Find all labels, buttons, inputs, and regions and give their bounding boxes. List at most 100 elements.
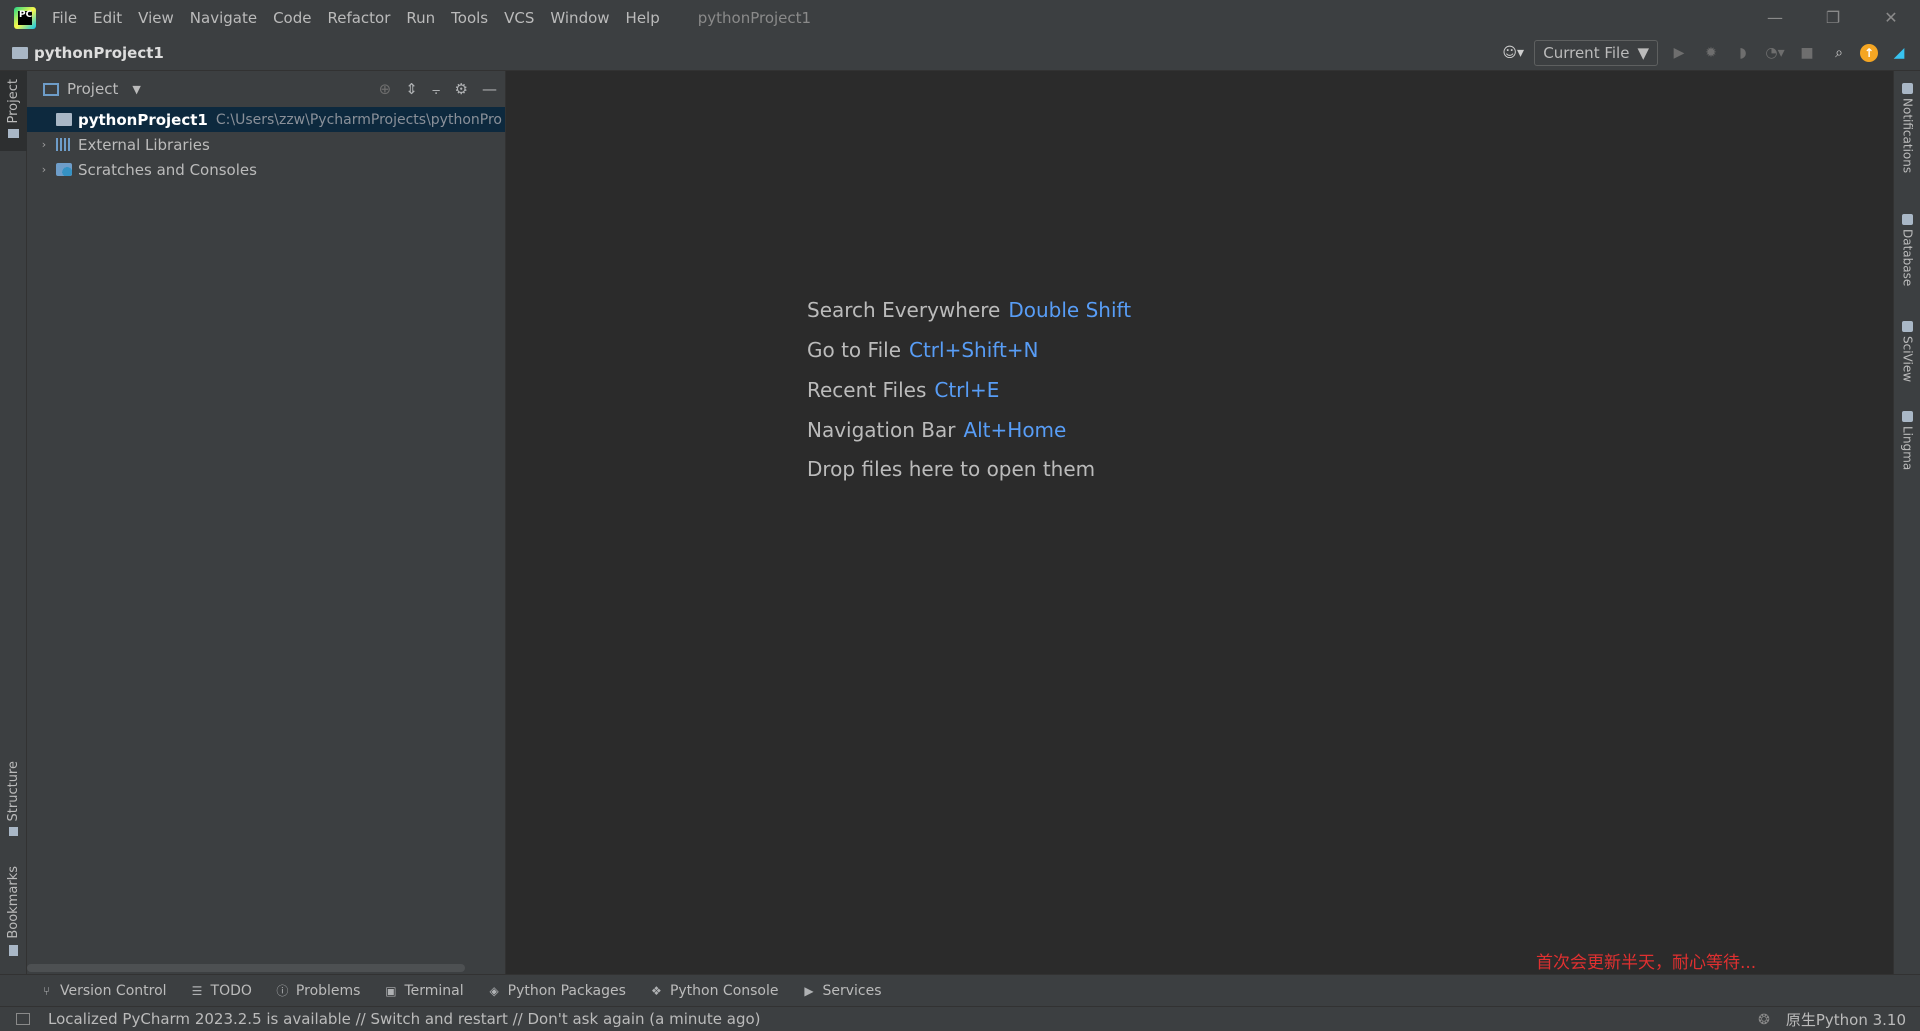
- tab-version-control[interactable]: ⑂ Version Control: [40, 983, 167, 999]
- navigation-bar: pythonProject1 ☺▾ Current File ▼ ▶ ✹ ◗ ◔…: [0, 35, 1920, 71]
- profile-icon[interactable]: ◔▾: [1764, 42, 1786, 64]
- terminal-icon: ▣: [385, 983, 397, 998]
- chevron-down-icon: ▼: [1637, 44, 1649, 62]
- tool-tab-lingma[interactable]: Lingma: [1894, 411, 1920, 470]
- breadcrumb-project[interactable]: pythonProject1: [34, 44, 164, 62]
- bottom-tool-bar: ⑂ Version Control ☰ TODO ⓘ Problems ▣ Te…: [0, 974, 1920, 1006]
- chevron-down-icon[interactable]: ▼: [132, 83, 140, 96]
- tool-tab-project[interactable]: Project: [0, 71, 27, 151]
- menu-navigate[interactable]: Navigate: [190, 9, 257, 27]
- tab-todo[interactable]: ☰ TODO: [191, 983, 252, 999]
- tab-label: Python Packages: [507, 982, 626, 999]
- tree-item-external-libraries[interactable]: › External Libraries: [27, 132, 505, 157]
- services-icon: ▶: [804, 983, 814, 998]
- restore-icon[interactable]: ❐: [1804, 0, 1862, 35]
- tab-label: TODO: [210, 982, 252, 999]
- tab-services[interactable]: ▶ Services: [803, 982, 882, 999]
- problems-icon: ⓘ: [276, 984, 289, 998]
- hint-recent-files: Recent Files Ctrl+E: [807, 378, 999, 402]
- python-icon: ❖: [651, 983, 662, 998]
- status-right: ❂ 原生Python 3.10: [1758, 1007, 1906, 1031]
- tool-tab-structure-label: Structure: [6, 761, 21, 822]
- menu-help[interactable]: Help: [626, 9, 660, 27]
- tool-tab-sciview[interactable]: SciView: [1894, 321, 1920, 382]
- hint-text: Navigation Bar: [807, 418, 956, 442]
- user-icon[interactable]: ☺▾: [1502, 42, 1524, 64]
- tab-python-packages[interactable]: ◈ Python Packages: [488, 983, 626, 999]
- horizontal-scrollbar[interactable]: [27, 964, 465, 972]
- window-title: pythonProject1: [697, 8, 812, 27]
- main-toolbar: ☺▾ Current File ▼ ▶ ✹ ◗ ◔▾ ■ ⌕ ↑ ◢: [1502, 35, 1910, 71]
- plugin-icon[interactable]: ◢: [1888, 42, 1910, 64]
- editor-empty-area: Search Everywhere Double Shift Go to File…: [507, 71, 1893, 974]
- menu-vcs[interactable]: VCS: [504, 9, 534, 27]
- project-panel-title[interactable]: Project: [67, 80, 118, 98]
- run-icon[interactable]: ▶: [1668, 42, 1690, 64]
- toggle-tool-windows-icon[interactable]: [16, 1013, 30, 1025]
- menu-refactor[interactable]: Refactor: [327, 9, 390, 27]
- tool-tab-structure[interactable]: Structure: [0, 761, 27, 837]
- tool-tab-notifications[interactable]: Notifications: [1894, 83, 1920, 173]
- tool-tab-notifications-label: Notifications: [1900, 98, 1915, 174]
- expand-all-icon[interactable]: ⇕: [405, 80, 418, 98]
- hint-shortcut: Alt+Home: [963, 418, 1067, 442]
- tab-python-console[interactable]: ❖ Python Console: [650, 983, 778, 999]
- folder-icon: [8, 129, 19, 139]
- project-view-icon: [43, 82, 59, 96]
- hint-go-to-file: Go to File Ctrl+Shift+N: [807, 338, 1039, 362]
- menu-edit[interactable]: Edit: [93, 9, 122, 27]
- locate-icon[interactable]: ⊕: [379, 80, 392, 98]
- tab-label: Terminal: [404, 982, 464, 999]
- right-tool-strip: Notifications Database SciView Lingma: [1893, 71, 1920, 974]
- hint-shortcut: Ctrl+E: [934, 378, 1000, 402]
- stop-icon[interactable]: ■: [1796, 42, 1818, 64]
- status-message[interactable]: Localized PyCharm 2023.2.5 is available …: [48, 1010, 761, 1028]
- tool-tab-lingma-label: Lingma: [1900, 426, 1915, 471]
- menu-view[interactable]: View: [138, 9, 174, 27]
- hint-shortcut: Ctrl+Shift+N: [909, 338, 1039, 362]
- pycharm-logo-icon[interactable]: PC: [14, 6, 36, 29]
- run-configuration-dropdown[interactable]: Current File ▼: [1534, 40, 1658, 66]
- sciview-icon: [1902, 321, 1913, 332]
- expand-arrow-icon[interactable]: ›: [38, 163, 50, 176]
- tab-label: Services: [822, 982, 882, 999]
- tab-terminal[interactable]: ▣ Terminal: [384, 983, 463, 999]
- coverage-icon[interactable]: ◗: [1732, 42, 1754, 64]
- search-icon[interactable]: ⌕: [1828, 42, 1850, 64]
- window-controls: — ❐ ✕: [1746, 0, 1920, 35]
- minimize-icon[interactable]: —: [1746, 0, 1804, 35]
- tool-tab-database-label: Database: [1900, 229, 1915, 287]
- tab-problems[interactable]: ⓘ Problems: [276, 982, 361, 999]
- tool-tab-database[interactable]: Database: [1894, 214, 1920, 286]
- gear-icon[interactable]: ⚙: [455, 80, 468, 98]
- close-icon[interactable]: ✕: [1862, 0, 1920, 35]
- tool-tab-bookmarks-label: Bookmarks: [6, 866, 21, 939]
- tree-item-label: pythonProject1: [78, 110, 208, 129]
- library-icon: [56, 138, 72, 151]
- update-icon[interactable]: ↑: [1860, 44, 1878, 62]
- tree-item-project[interactable]: › pythonProject1 C:\Users\zzw\PycharmPro…: [27, 107, 505, 132]
- left-tool-strip: Project Structure Bookmarks: [0, 71, 27, 974]
- debug-icon[interactable]: ✹: [1700, 42, 1722, 64]
- hide-icon[interactable]: —: [482, 80, 497, 98]
- project-panel-header: Project ▼ ⊕ ⇕ ⨪ ⚙ —: [27, 71, 505, 107]
- tab-label: Version Control: [60, 982, 167, 999]
- expand-arrow-icon[interactable]: ›: [38, 138, 50, 151]
- status-bar: Localized PyCharm 2023.2.5 is available …: [0, 1006, 1920, 1031]
- tab-label: Problems: [295, 982, 361, 999]
- tree-item-scratches[interactable]: › Scratches and Consoles: [27, 157, 505, 182]
- list-icon: ☰: [191, 983, 203, 998]
- menu-window[interactable]: Window: [550, 9, 609, 27]
- collapse-all-icon[interactable]: ⨪: [432, 80, 441, 98]
- scratch-icon: [56, 163, 72, 176]
- menu-tools[interactable]: Tools: [451, 9, 488, 27]
- tool-tab-bookmarks[interactable]: Bookmarks: [0, 866, 27, 956]
- hint-search-everywhere: Search Everywhere Double Shift: [807, 298, 1131, 322]
- tool-tab-project-label: Project: [6, 79, 21, 124]
- project-panel-tools: ⊕ ⇕ ⨪ ⚙ —: [379, 71, 497, 107]
- menu-run[interactable]: Run: [406, 9, 435, 27]
- menu-code[interactable]: Code: [273, 9, 311, 27]
- menu-file[interactable]: File: [52, 9, 77, 27]
- hint-navigation-bar: Navigation Bar Alt+Home: [807, 418, 1066, 442]
- interpreter-selector[interactable]: 原生Python 3.10: [1786, 1009, 1906, 1030]
